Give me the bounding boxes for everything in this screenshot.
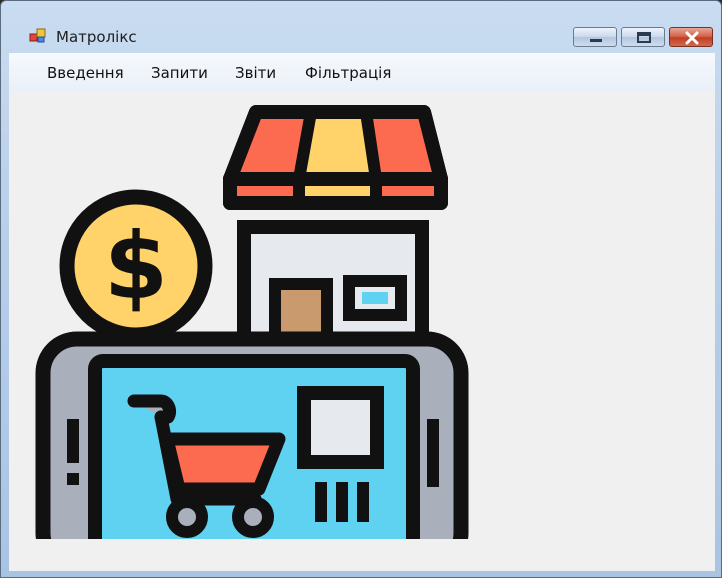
- minimize-icon: [590, 39, 602, 42]
- close-icon: [685, 31, 699, 45]
- window-title: Матролікс: [56, 28, 137, 46]
- app-window-icon: [29, 27, 47, 45]
- online-shop-smartphone-icon: $: [35, 105, 469, 539]
- store-icon: [223, 105, 448, 350]
- dollar-coin-icon: $: [59, 189, 213, 343]
- menu-item-filtratsiia[interactable]: Фільтрація: [301, 62, 395, 84]
- title-bar[interactable]: Матролікс: [1, 1, 721, 53]
- menu-item-vvedennia[interactable]: Введення: [43, 62, 128, 84]
- minimize-button[interactable]: [573, 27, 617, 47]
- client-area: Введення Запити Звіти Фільтрація $: [9, 53, 715, 571]
- menu-item-zapyty[interactable]: Запити: [147, 62, 212, 84]
- menu-item-zvity[interactable]: Звіти: [231, 62, 280, 84]
- app-window: Матролікс Введення Запити Звіти Фільтрац…: [0, 0, 722, 578]
- close-button[interactable]: [669, 27, 713, 47]
- svg-text:$: $: [104, 213, 168, 320]
- maximize-icon: [637, 32, 651, 43]
- menu-bar: Введення Запити Звіти Фільтрація: [9, 53, 715, 91]
- maximize-button[interactable]: [621, 27, 665, 47]
